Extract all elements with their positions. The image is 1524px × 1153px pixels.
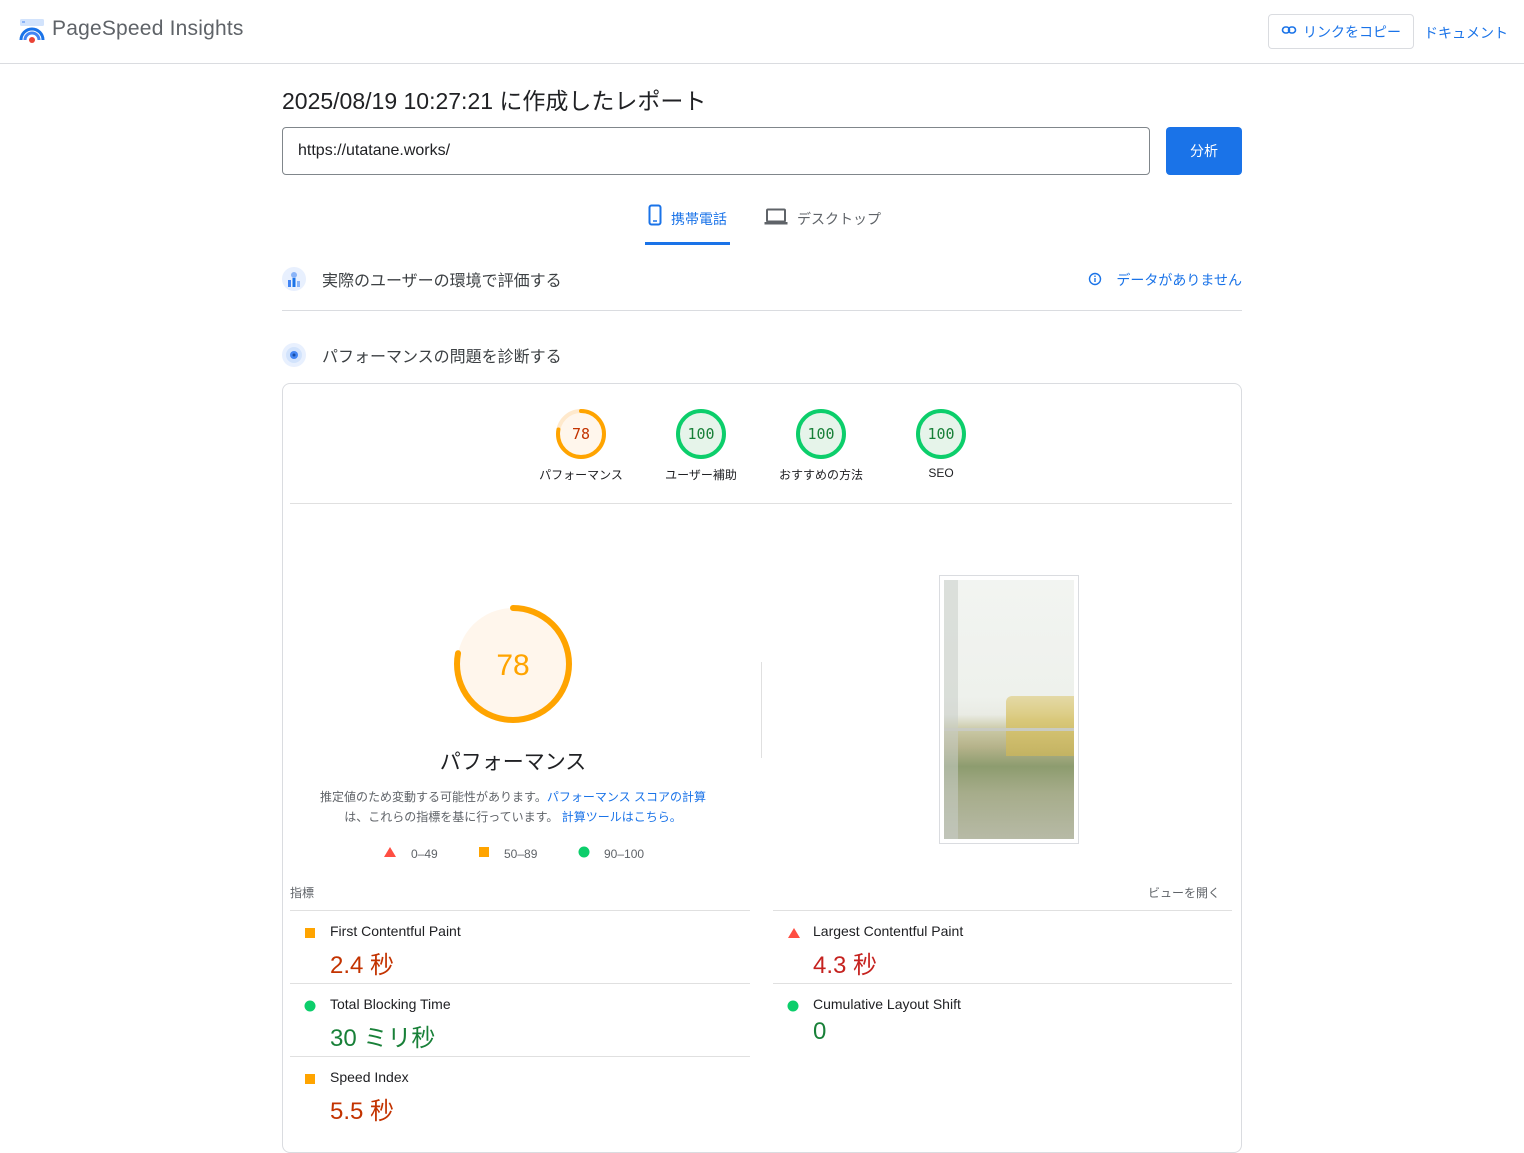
diagnose-icon (282, 343, 306, 367)
metric-divider (290, 910, 750, 911)
performance-big-gauge: 78 (454, 605, 572, 723)
pagespeed-logo-icon[interactable] (18, 18, 46, 44)
diagnose-section: パフォーマンスの問題を診断する (282, 340, 1242, 370)
tab-mobile-label: 携帯電話 (671, 211, 727, 227)
gauges-divider (290, 503, 1232, 504)
gauge-performance-label: パフォーマンス (539, 468, 623, 482)
performance-big-score: 78 (496, 649, 529, 682)
copy-link-button[interactable]: リンクをコピー (1268, 14, 1414, 49)
field-data-section: 実際のユーザーの環境で評価する データがありません (282, 264, 1242, 294)
green-circle-icon (787, 999, 799, 1017)
screenshot-image (944, 580, 1074, 839)
users-icon (282, 267, 306, 291)
legend-fail-label: 0–49 (411, 846, 438, 861)
note-middle: は、これらの指標を基に行っています。 (344, 810, 559, 824)
link-icon (1281, 22, 1297, 41)
legend-average-label: 50–89 (504, 846, 538, 861)
red-triangle-icon (383, 846, 397, 861)
metric-cls-value: 0 (813, 1018, 827, 1045)
metric-fcp-value: 2.4 秒 (330, 952, 395, 979)
orange-square-icon (304, 926, 316, 944)
gauge-accessibility-label: ユーザー補助 (665, 468, 737, 482)
gauge-seo-label: SEO (928, 466, 954, 480)
page-screenshot[interactable] (939, 575, 1079, 844)
gauge-accessibility[interactable]: 100 ユーザー補助 (641, 408, 761, 483)
url-input[interactable] (282, 127, 1150, 175)
no-data-label: データがありません (1116, 272, 1242, 288)
metric-tbt-name: Total Blocking Time (330, 996, 451, 1012)
orange-square-icon (304, 1072, 316, 1090)
gauge-best-practices-ring: 100 (796, 409, 846, 459)
gauge-accessibility-ring: 100 (676, 409, 726, 459)
field-data-title: 実際のユーザーの環境で評価する (322, 273, 562, 290)
gauge-best-practices-score: 100 (807, 425, 834, 443)
gauge-accessibility-score: 100 (687, 425, 714, 443)
metric-lcp-value: 4.3 秒 (813, 952, 878, 979)
score-calc-link[interactable]: パフォーマンス スコアの計算 (547, 790, 706, 804)
expand-view-toggle[interactable]: ビューを開く (1148, 884, 1220, 901)
analyze-button[interactable]: 分析 (1166, 127, 1242, 175)
note-prefix: 推定値のため変動する可能性があります。 (320, 790, 547, 804)
calculator-link[interactable]: 計算ツールはこちら。 (562, 810, 682, 824)
metric-divider (290, 983, 750, 984)
gauge-seo-ring: 100 (916, 409, 966, 459)
gauge-seo-score: 100 (927, 425, 954, 443)
section-divider (282, 310, 1242, 311)
tab-desktop[interactable]: デスクトップ (764, 204, 881, 242)
tab-desktop-label: デスクトップ (797, 211, 881, 227)
vertical-separator (761, 662, 762, 758)
red-triangle-icon (787, 926, 801, 944)
orange-square-icon (478, 846, 490, 861)
performance-title: パフォーマンス (439, 751, 587, 774)
metric-divider (773, 910, 1232, 911)
gauge-best-practices[interactable]: 100 おすすめの方法 (761, 408, 881, 483)
gauge-performance[interactable]: 78 パフォーマンス (521, 408, 641, 483)
gauge-seo[interactable]: 100 SEO (881, 408, 1001, 480)
diagnose-title: パフォーマンスの問題を診断する (322, 349, 562, 366)
top-bar: PageSpeed Insights リンクをコピー ドキュメント (0, 0, 1524, 64)
mobile-phone-icon (648, 204, 662, 229)
green-circle-icon (578, 846, 590, 861)
metric-divider (290, 1056, 750, 1057)
metric-speed-index-value: 5.5 秒 (330, 1098, 395, 1125)
metric-lcp-name: Largest Contentful Paint (813, 923, 964, 939)
gauge-performance-score: 78 (572, 425, 590, 443)
legend-fail: 0–49 (383, 846, 438, 861)
no-data-link[interactable]: データがありません (1088, 270, 1242, 290)
gauge-best-practices-label: おすすめの方法 (778, 468, 863, 482)
report-title: 2025/08/19 10:27:21 に作成したレポート (282, 88, 707, 114)
tab-mobile[interactable]: 携帯電話 (645, 204, 730, 245)
metric-tbt-value: 30 ミリ秒 (330, 1025, 436, 1052)
green-circle-icon (304, 999, 316, 1017)
laptop-icon (764, 208, 788, 229)
legend-pass-label: 90–100 (604, 846, 645, 861)
metric-speed-index-name: Speed Index (330, 1069, 409, 1085)
performance-note: 推定値のため変動する可能性があります。パフォーマンス スコアの計算 は、これらの… (300, 787, 726, 827)
legend-pass: 90–100 (578, 846, 644, 861)
copy-link-label: リンクをコピー (1303, 23, 1401, 40)
legend-average: 50–89 (478, 846, 537, 861)
metric-fcp-name: First Contentful Paint (330, 923, 461, 939)
app-title[interactable]: PageSpeed Insights (52, 17, 244, 41)
metric-divider (773, 983, 1232, 984)
docs-link[interactable]: ドキュメント (1424, 23, 1508, 43)
metrics-heading: 指標 (290, 886, 315, 900)
gauge-performance-ring: 78 (556, 409, 606, 459)
info-icon (1088, 272, 1102, 289)
metric-cls-name: Cumulative Layout Shift (813, 996, 961, 1012)
